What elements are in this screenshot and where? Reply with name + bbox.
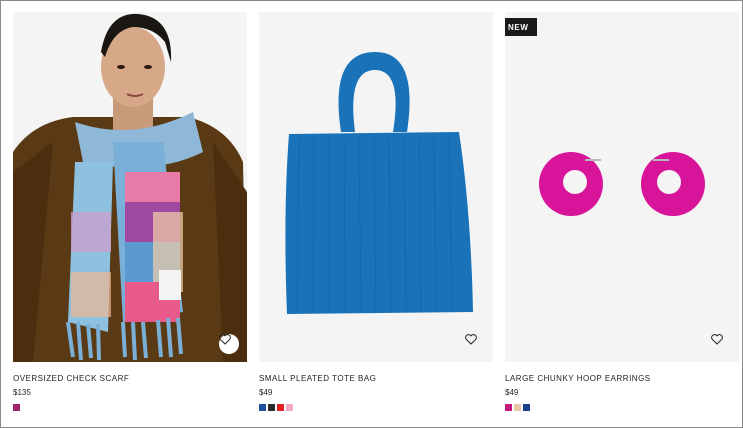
- product-name[interactable]: OVERSIZED CHECK SCARF: [13, 374, 247, 384]
- wishlist-button[interactable]: [219, 334, 239, 354]
- wishlist-button[interactable]: [711, 334, 731, 354]
- product-price: $49: [505, 388, 519, 397]
- color-swatches: [13, 404, 247, 411]
- product-image-scarf[interactable]: [13, 12, 247, 362]
- product-name[interactable]: SMALL PLEATED TOTE BAG: [259, 374, 493, 384]
- color-swatch[interactable]: [514, 404, 521, 411]
- heart-icon: [219, 334, 231, 345]
- product-card[interactable]: OVERSIZED CHECK SCARF $135: [13, 12, 247, 411]
- heart-icon: [465, 334, 477, 345]
- color-swatch[interactable]: [13, 404, 20, 411]
- color-swatches: [259, 404, 493, 411]
- product-grid: OVERSIZED CHECK SCARF $135 SMALL PLEATED…: [0, 0, 743, 428]
- tote-bag-photo: [259, 12, 493, 362]
- product-name[interactable]: LARGE CHUNKY HOOP EARRINGS: [505, 374, 739, 384]
- color-swatch[interactable]: [259, 404, 266, 411]
- product-image-tote[interactable]: [259, 12, 493, 362]
- color-swatch[interactable]: [523, 404, 530, 411]
- product-image-earrings[interactable]: NEW: [505, 12, 739, 362]
- color-swatch[interactable]: [286, 404, 293, 411]
- color-swatch[interactable]: [268, 404, 275, 411]
- hoop-earrings-photo: [505, 12, 739, 362]
- new-badge: NEW: [505, 18, 538, 36]
- scarf-model-photo: [13, 12, 247, 362]
- color-swatch[interactable]: [505, 404, 512, 411]
- color-swatch[interactable]: [277, 404, 284, 411]
- heart-icon: [711, 334, 723, 345]
- wishlist-button[interactable]: [465, 334, 485, 354]
- product-card[interactable]: SMALL PLEATED TOTE BAG $49: [259, 12, 493, 411]
- color-swatches: [505, 404, 739, 411]
- product-price: $135: [13, 388, 31, 397]
- product-price: $49: [259, 388, 273, 397]
- product-card[interactable]: NEW LARGE CHUNKY HOOP EARRINGS $49: [505, 12, 739, 411]
